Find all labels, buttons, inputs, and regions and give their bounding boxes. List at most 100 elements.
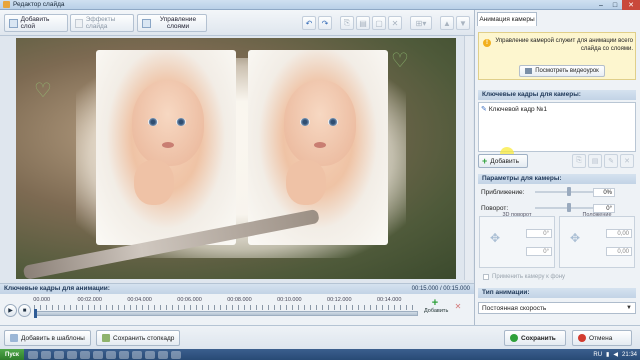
manage-layers-label-1: Управление bbox=[159, 16, 197, 23]
taskbar-app-icon[interactable] bbox=[40, 350, 51, 359]
add-layer-icon bbox=[9, 18, 18, 28]
taskbar-app-icon[interactable] bbox=[53, 350, 64, 359]
undo-icon[interactable]: ↶ bbox=[302, 16, 316, 30]
stop-button[interactable]: ■ bbox=[18, 304, 31, 317]
slide-effects-button[interactable]: Эффекты слайда bbox=[70, 14, 134, 32]
photo-frame-left[interactable] bbox=[96, 50, 236, 245]
language-indicator[interactable]: RU bbox=[593, 352, 602, 358]
position-x-input[interactable]: 0,00 bbox=[606, 229, 632, 238]
eye bbox=[176, 118, 186, 126]
rotate-3d-x-input[interactable]: 0° bbox=[526, 229, 552, 238]
layers-icon bbox=[142, 19, 151, 28]
child-face bbox=[284, 80, 356, 166]
timeline-track[interactable] bbox=[34, 311, 418, 316]
checkbox[interactable] bbox=[483, 274, 489, 280]
apply-to-background-row[interactable]: Применить камеру к фону bbox=[483, 274, 565, 280]
toolbar: Добавить слой Эффекты слайда Управление … bbox=[0, 10, 474, 36]
app-icon bbox=[3, 1, 10, 8]
minimize-icon[interactable]: – bbox=[594, 0, 608, 10]
anim-type-select[interactable]: Постоянная скорость ▼ bbox=[478, 302, 636, 314]
copy-keyframe-icon[interactable]: ⎘ bbox=[572, 154, 586, 168]
taskbar-apps bbox=[27, 350, 181, 359]
add-layer-label: Добавить слой bbox=[20, 16, 50, 30]
watch-video-button[interactable]: Посмотреть видеоурок bbox=[519, 65, 605, 77]
rotate-slider-handle[interactable] bbox=[567, 203, 571, 212]
move-down-icon[interactable]: ▼ bbox=[456, 16, 470, 30]
stop-icon: ■ bbox=[22, 307, 27, 314]
title-bar: Редактор слайда – □ ✕ bbox=[0, 0, 640, 10]
cancel-label: Отмена bbox=[589, 334, 613, 342]
zoom-label: Приближение: bbox=[481, 188, 525, 196]
tick-label: 00.000 bbox=[33, 297, 51, 303]
tab-camera-animation[interactable]: Анимация камеры bbox=[477, 12, 537, 26]
tick-label: 00:12.000 bbox=[327, 297, 352, 303]
paste-icon[interactable]: ▤ bbox=[356, 16, 370, 30]
add-layer-button[interactable]: Добавить слой bbox=[4, 14, 68, 32]
edit-keyframe-icon[interactable]: ✎ bbox=[604, 154, 618, 168]
ruler-ticks bbox=[34, 305, 418, 310]
position-y-input[interactable]: 0,00 bbox=[606, 247, 632, 256]
start-label: Пуск bbox=[5, 351, 19, 358]
timeline-add-button[interactable]: + Добавить bbox=[424, 298, 448, 315]
close-icon[interactable]: ✕ bbox=[622, 0, 640, 10]
rotate-label: Поворот: bbox=[481, 204, 509, 212]
play-button[interactable]: ▶ bbox=[4, 304, 17, 317]
zoom-slider-handle[interactable] bbox=[567, 187, 571, 196]
redo-icon[interactable]: ↷ bbox=[318, 16, 332, 30]
hand bbox=[134, 160, 174, 205]
tick-label: 00:08.000 bbox=[227, 297, 252, 303]
manage-layers-button[interactable]: Управление слоями bbox=[137, 14, 207, 32]
add-keyframe-label: Добавить bbox=[490, 157, 519, 165]
heart-decoration: ♡ bbox=[34, 80, 52, 102]
rotate-slider[interactable] bbox=[535, 207, 597, 209]
list-item[interactable]: ✎ Ключевой кадр №1 bbox=[481, 105, 548, 114]
taskbar-app-icon[interactable] bbox=[92, 350, 103, 359]
taskbar-app-icon[interactable] bbox=[27, 350, 38, 359]
position-caption: Положение bbox=[582, 212, 612, 218]
slide-preview[interactable]: ♡ ♡ bbox=[16, 38, 456, 279]
rotate-3d-joystick-icon[interactable]: ✥ bbox=[490, 231, 500, 245]
position-joystick-icon[interactable]: ✥ bbox=[570, 231, 580, 245]
zoom-row: Приближение: 0% bbox=[481, 186, 633, 198]
plus-icon: + bbox=[482, 156, 488, 166]
align-dropdown-icon[interactable]: ⊞▾ bbox=[410, 16, 432, 30]
timeline-delete-icon[interactable]: ✕ bbox=[452, 302, 464, 314]
add-to-templates-button[interactable]: Добавить в шаблоны bbox=[4, 330, 91, 346]
maximize-icon[interactable]: □ bbox=[608, 0, 622, 10]
rotate-3d-y-input[interactable]: 0° bbox=[526, 247, 552, 256]
timeline-ruler[interactable]: 00.000 00:02.000 00:04.000 00:06.000 00:… bbox=[33, 296, 418, 320]
image-icon bbox=[102, 334, 110, 342]
taskbar-app-icon[interactable] bbox=[170, 350, 181, 359]
network-icon[interactable]: ▮ bbox=[606, 351, 609, 358]
taskbar-app-icon[interactable] bbox=[144, 350, 155, 359]
taskbar-app-icon[interactable] bbox=[118, 350, 129, 359]
paste-keyframe-icon[interactable]: ▤ bbox=[588, 154, 602, 168]
taskbar-app-icon[interactable] bbox=[157, 350, 168, 359]
canvas-scrollbar[interactable] bbox=[464, 36, 473, 280]
save-stopframe-button[interactable]: Сохранить стопкадр bbox=[96, 330, 181, 346]
zoom-input[interactable]: 0% bbox=[593, 187, 615, 197]
clipboard-icon[interactable]: ▢ bbox=[372, 16, 386, 30]
cancel-button[interactable]: Отмена bbox=[572, 330, 632, 346]
slide-effects-label: Эффекты слайда bbox=[85, 16, 116, 30]
delete-icon[interactable]: ✕ bbox=[388, 16, 402, 30]
tick-label: 00:04.000 bbox=[127, 297, 152, 303]
move-up-icon[interactable]: ▲ bbox=[440, 16, 454, 30]
copy-icon[interactable]: ⎘ bbox=[340, 16, 354, 30]
params-header: Параметры для камеры: bbox=[478, 174, 636, 184]
delete-keyframe-icon[interactable]: ✕ bbox=[620, 154, 634, 168]
taskbar-app-icon[interactable] bbox=[105, 350, 116, 359]
volume-icon[interactable]: ◀ bbox=[613, 351, 618, 358]
keyframe-label: Ключевой кадр №1 bbox=[488, 105, 548, 113]
taskbar-app-icon[interactable] bbox=[66, 350, 77, 359]
add-keyframe-button[interactable]: + Добавить bbox=[478, 154, 528, 168]
zoom-slider[interactable] bbox=[535, 191, 597, 193]
taskbar-app-icon[interactable] bbox=[79, 350, 90, 359]
taskbar: Пуск RU ▮ ◀ 21:34 bbox=[0, 349, 640, 360]
start-button[interactable]: Пуск bbox=[0, 349, 24, 360]
taskbar-app-icon[interactable] bbox=[131, 350, 142, 359]
save-button[interactable]: Сохранить bbox=[504, 330, 566, 346]
keyframes-header: Ключевые кадры для камеры: bbox=[478, 90, 636, 100]
playhead[interactable] bbox=[34, 309, 37, 318]
